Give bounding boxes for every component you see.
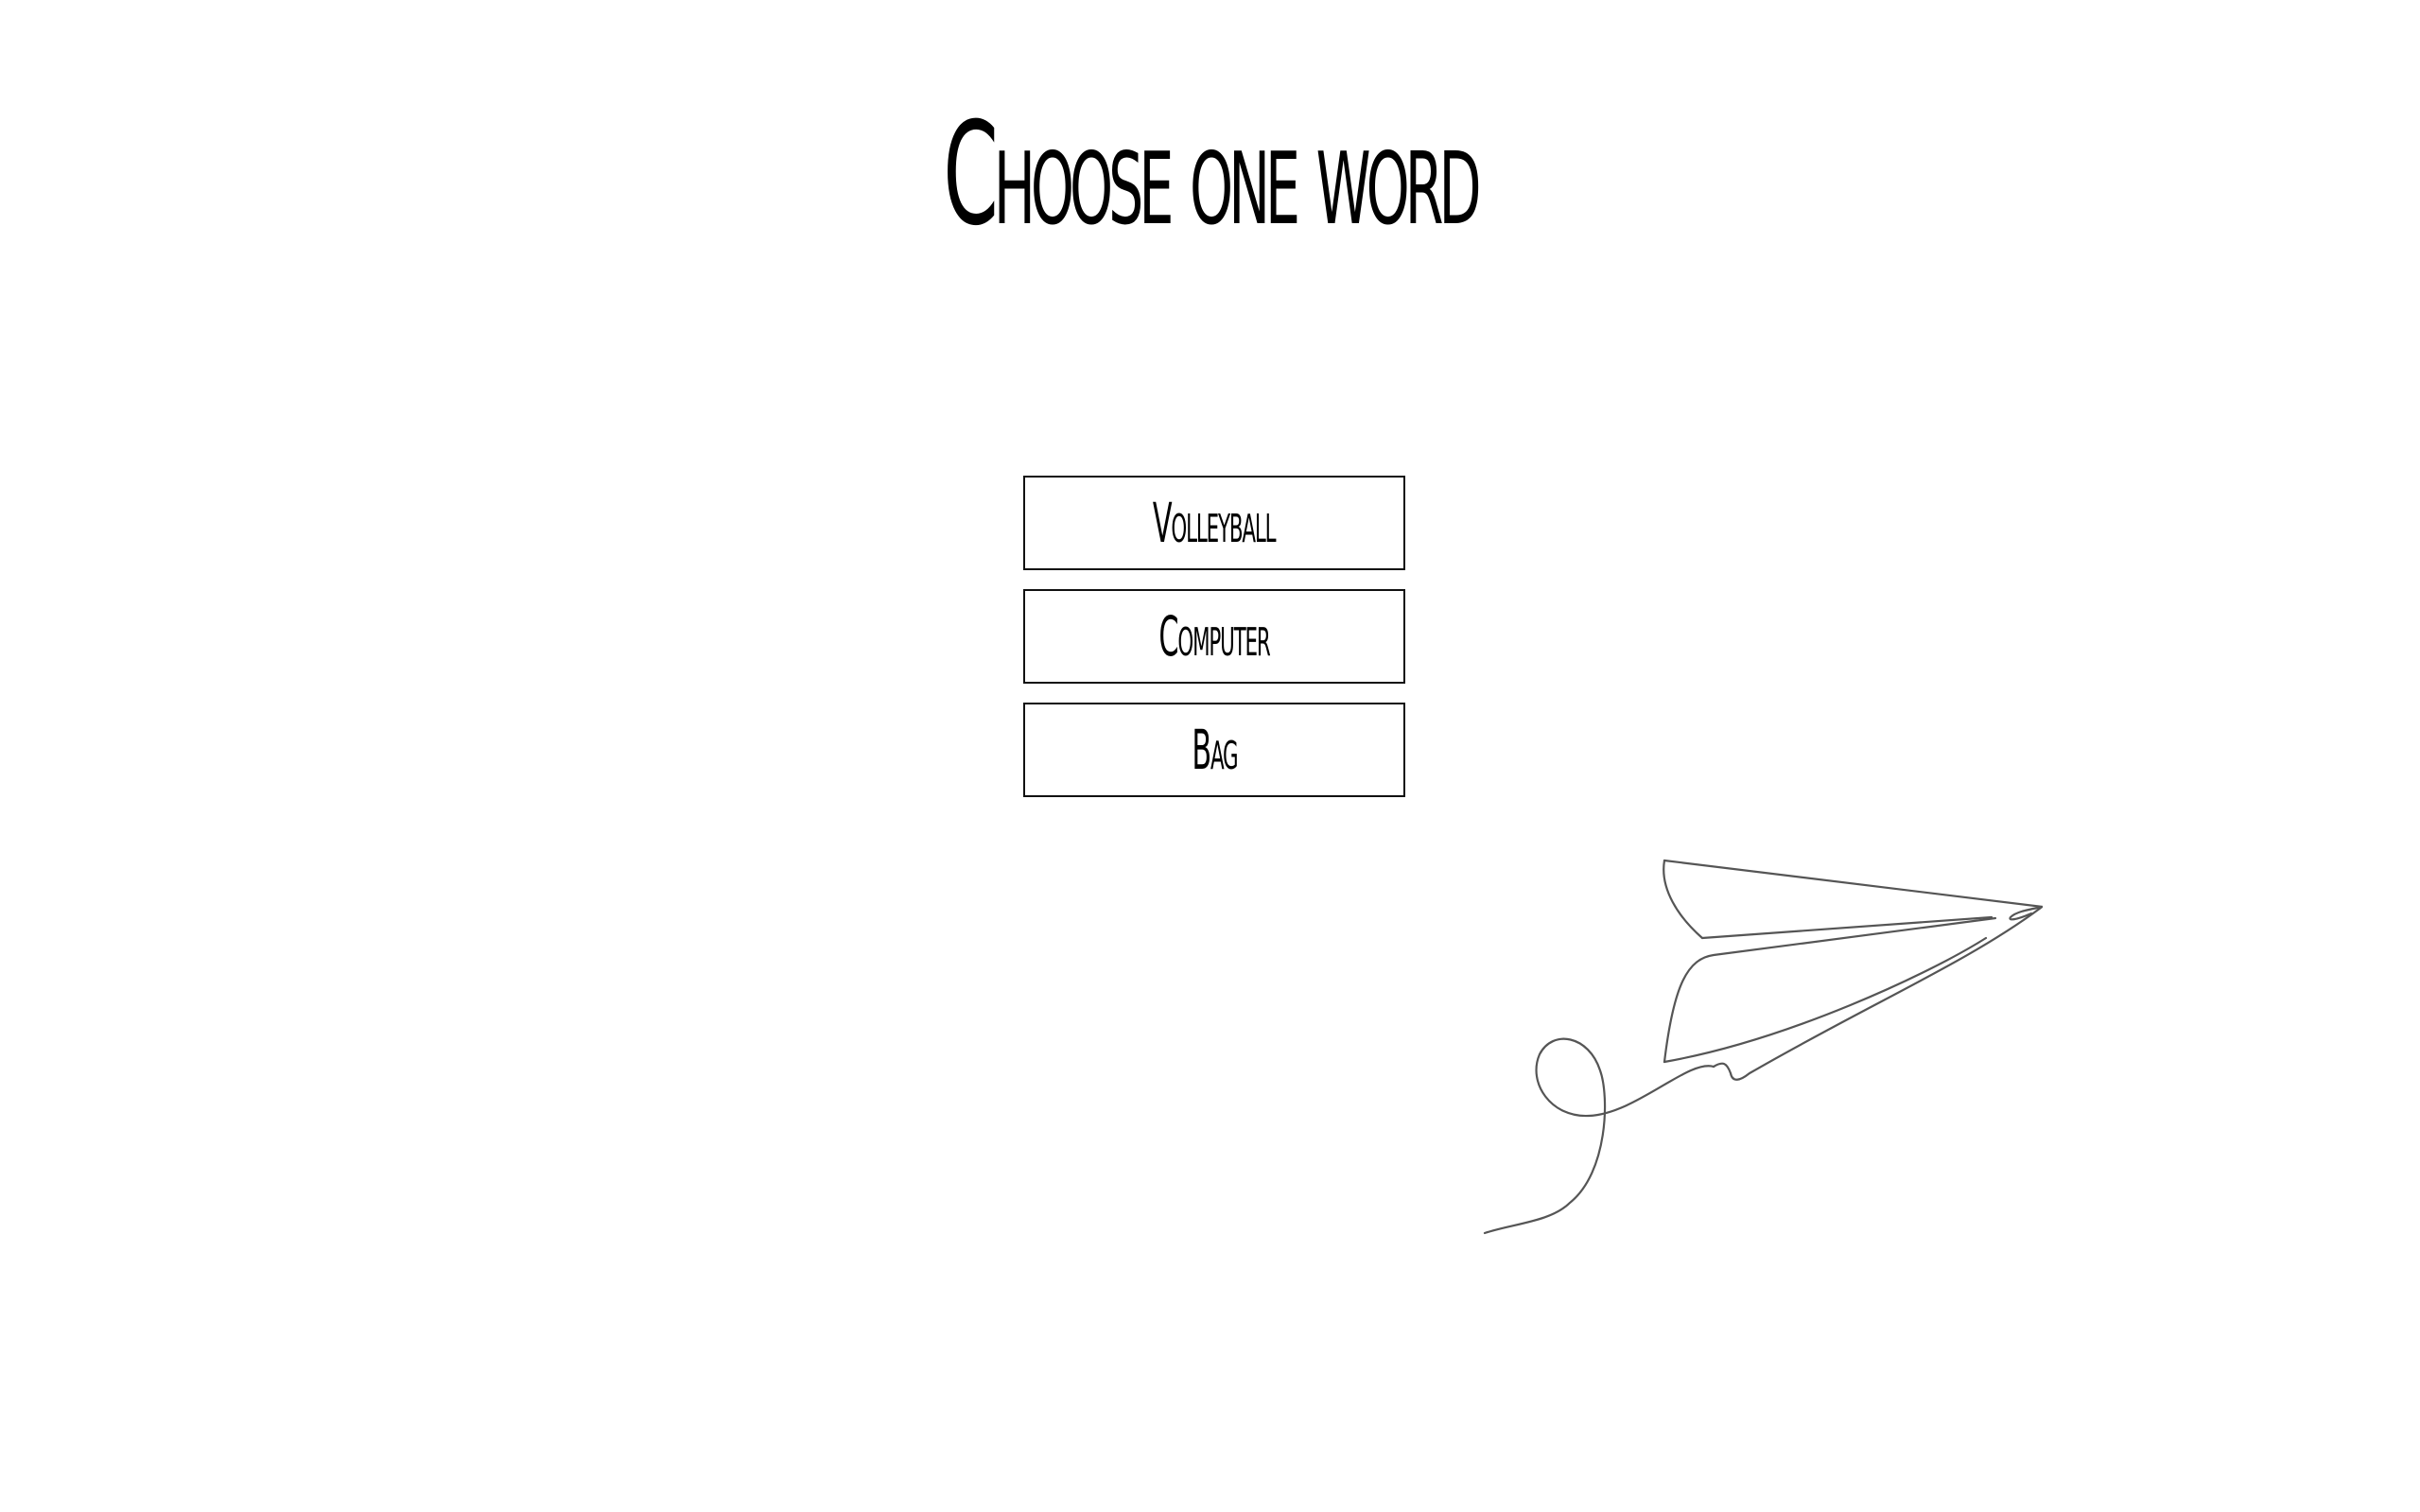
word-option-computer[interactable]: Computer (1023, 589, 1405, 684)
word-options: Volleyball Computer Bag (1023, 476, 1405, 816)
word-option-label: Volleyball (1153, 491, 1277, 555)
word-option-label: Bag (1191, 718, 1238, 782)
word-option-label: Computer (1158, 604, 1270, 669)
page-title: Choose one word (943, 93, 1481, 257)
word-option-volleyball[interactable]: Volleyball (1023, 476, 1405, 570)
word-option-bag[interactable]: Bag (1023, 703, 1405, 797)
paper-plane-icon (1483, 859, 2043, 1235)
